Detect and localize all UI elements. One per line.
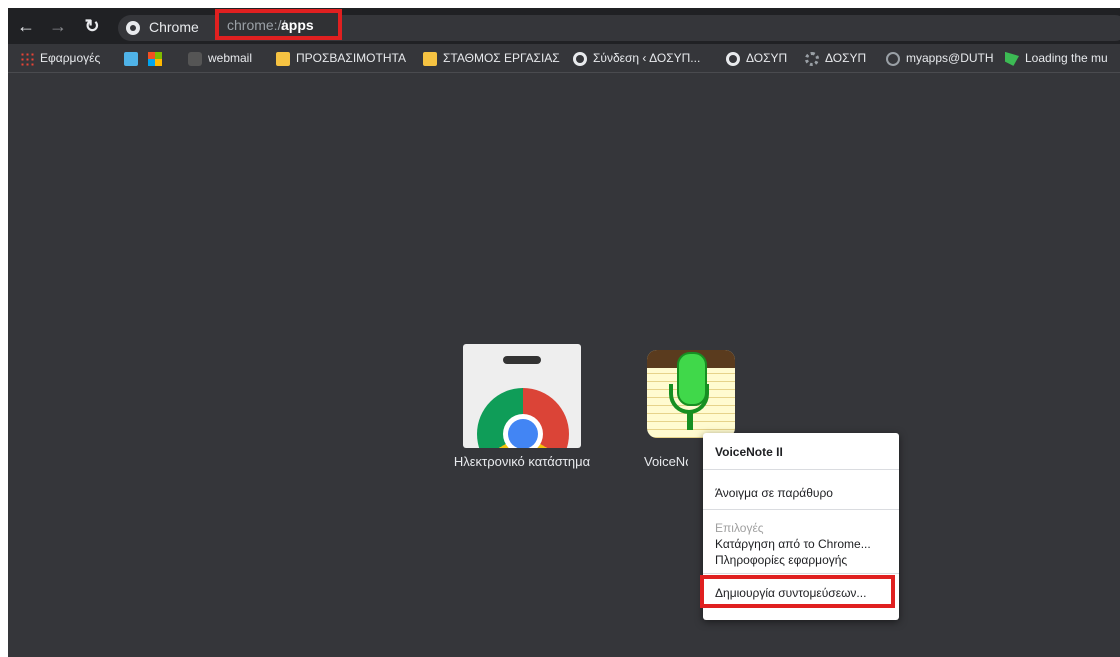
bookmark-myapps[interactable]: myapps@DUTH	[886, 49, 994, 67]
forward-icon[interactable]: →	[46, 14, 70, 38]
microphone-notepad-icon	[647, 350, 735, 438]
context-menu-title: VoiceNote II	[715, 445, 783, 459]
microsoft-icon	[148, 51, 162, 66]
webmail-icon	[188, 51, 202, 66]
app-label-webstore: Ηλεκτρονικό κατάστημα	[453, 454, 591, 469]
bookmark-folder-accessibility[interactable]: ΠΡΟΣΒΑΣΙΜΟΤΗΤΑ	[276, 49, 406, 67]
menu-item-remove[interactable]: Κατάργηση από το Chrome...	[715, 537, 871, 551]
bookmark-webmail[interactable]: webmail	[188, 49, 252, 67]
bookmark-dosyp-1[interactable]: ΔΟΣΥΠ	[726, 49, 787, 67]
menu-divider	[703, 509, 899, 510]
bookmark-loading[interactable]: Loading the mu	[1005, 49, 1108, 67]
folder-icon	[423, 51, 437, 66]
menu-section-options: Επιλογές	[715, 521, 764, 535]
bookmark-blue[interactable]	[124, 49, 144, 67]
bookmarks-bar: Εφαρμογές webmail ΠΡΟΣΒΑΣΙΜΟΤΗΤΑ ΣΤΑΘΜΟΣ…	[8, 44, 1120, 73]
url-path: apps	[281, 17, 314, 33]
url-scheme: chrome://	[227, 17, 286, 33]
back-icon[interactable]: ←	[14, 14, 38, 38]
app-label-voicenote: VoiceNote II	[644, 454, 688, 469]
globe-icon	[726, 51, 740, 66]
bookmark-dosyp-2[interactable]: ΔΟΣΥΠ	[805, 49, 866, 67]
menu-divider	[703, 469, 899, 470]
browser-window: ← → ↻ Chrome chrome:// apps Εφαρμογές we…	[8, 8, 1120, 657]
bookmark-apps[interactable]: Εφαρμογές	[20, 49, 100, 67]
ring-icon	[886, 51, 900, 66]
bookmark-folder-workstation[interactable]: ΣΤΑΘΜΟΣ ΕΡΓΑΣΙΑΣ	[423, 49, 560, 67]
bookmark-login[interactable]: Σύνδεση ‹ ΔΟΣΥΠ...	[573, 49, 700, 67]
menu-divider	[703, 573, 899, 574]
chrome-icon	[126, 21, 140, 35]
reload-icon[interactable]: ↻	[80, 14, 104, 38]
folder-icon	[276, 51, 290, 66]
green-logo-icon	[1005, 51, 1019, 66]
apps-grid-icon	[20, 51, 34, 66]
url-highlight[interactable]: chrome:// apps	[215, 9, 342, 40]
bookmark-blue-icon	[124, 51, 138, 66]
chrome-chip-label: Chrome	[149, 19, 199, 35]
context-menu: VoiceNote II Άνοιγμα σε παράθυρο Επιλογέ…	[700, 433, 899, 620]
chrome-webstore-icon	[463, 344, 581, 448]
menu-item-open-window[interactable]: Άνοιγμα σε παράθυρο	[715, 486, 833, 500]
menu-item-app-info[interactable]: Πληροφορίες εφαρμογής	[715, 553, 847, 567]
browser-toolbar: ← → ↻ Chrome chrome:// apps	[8, 8, 1120, 44]
globe-icon	[573, 51, 587, 66]
app-webstore[interactable]: Ηλεκτρονικό κατάστημα	[447, 344, 597, 469]
address-bar[interactable]: Chrome chrome:// apps	[118, 9, 1120, 41]
gear-icon	[805, 51, 819, 66]
bookmark-microsoft[interactable]	[148, 49, 168, 67]
shortcut-highlight	[700, 575, 895, 608]
